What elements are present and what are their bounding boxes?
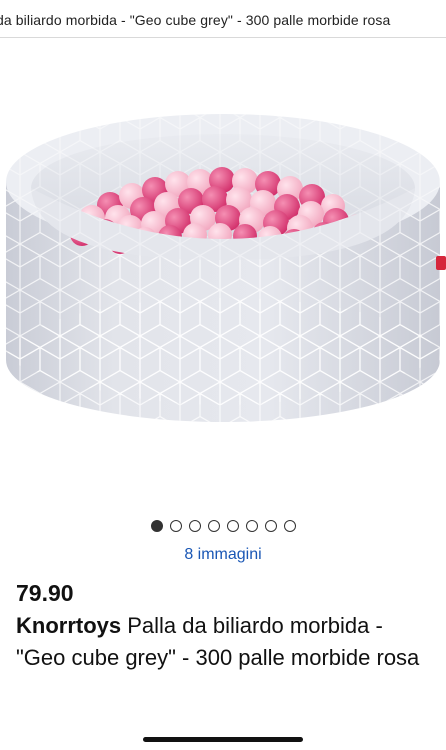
gallery-pagination[interactable] bbox=[0, 520, 446, 534]
gallery-dot[interactable] bbox=[150, 520, 163, 532]
page-title: da biliardo morbida - "Geo cube grey" - … bbox=[0, 12, 391, 28]
home-indicator bbox=[143, 737, 303, 742]
gallery-dot[interactable] bbox=[226, 520, 239, 532]
product-image-gallery[interactable] bbox=[0, 60, 446, 500]
image-count-link[interactable]: 8 immagini bbox=[0, 546, 446, 564]
gallery-dot[interactable] bbox=[245, 520, 258, 532]
gallery-dot[interactable] bbox=[169, 520, 182, 532]
product-title: Knorrtoys Palla da biliardo morbida - "G… bbox=[16, 610, 436, 674]
gallery-dot[interactable] bbox=[188, 520, 201, 532]
product-brand[interactable]: Knorrtoys bbox=[16, 613, 121, 638]
gallery-dot[interactable] bbox=[264, 520, 277, 532]
gallery-dot[interactable] bbox=[283, 520, 296, 532]
top-bar: da biliardo morbida - "Geo cube grey" - … bbox=[0, 0, 446, 38]
ball-pit-image bbox=[6, 114, 446, 422]
product-price: 79.90 bbox=[16, 580, 74, 606]
gallery-dot[interactable] bbox=[207, 520, 220, 532]
